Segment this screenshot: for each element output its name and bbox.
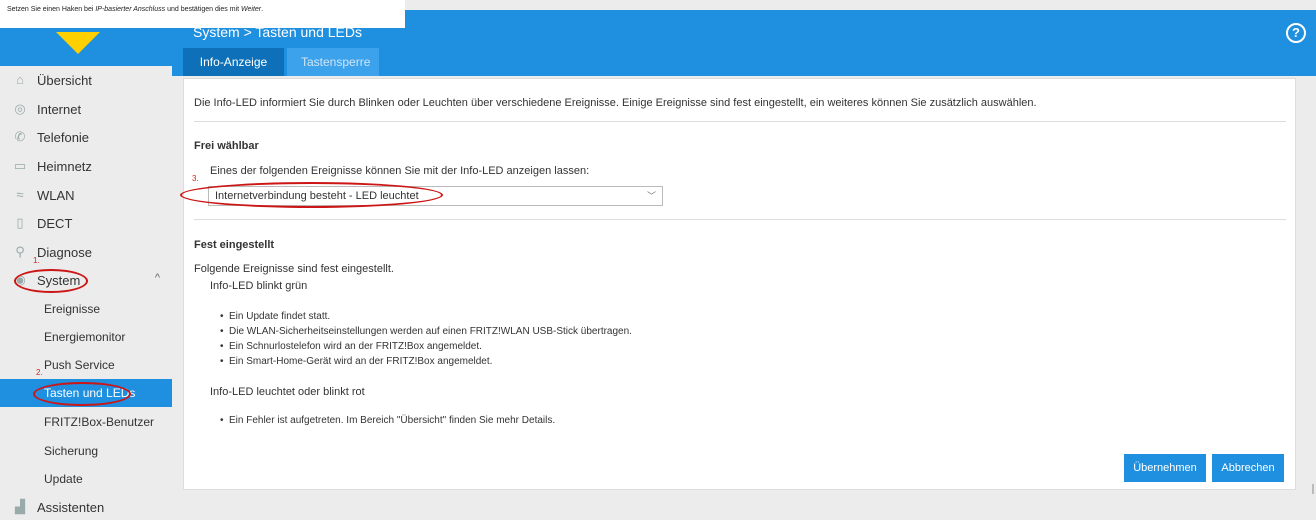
- sidebar-item-label: DECT: [37, 215, 73, 231]
- network-icon: ▭: [13, 158, 27, 173]
- annotation-ellipse-select: [180, 182, 443, 208]
- section-title-fest: Fest eingestellt: [194, 239, 275, 251]
- divider: [194, 219, 1286, 220]
- red-events-list: Ein Fehler ist aufgetreten. Im Bereich "…: [220, 413, 555, 428]
- annotation-step-2: 2.: [36, 368, 43, 377]
- sidebar-subitem-energiemonitor[interactable]: Energiemonitor: [0, 323, 172, 351]
- search-icon: ⚲: [15, 244, 25, 259]
- section-title-frei: Frei wählbar: [194, 140, 259, 152]
- frei-label: Eines der folgenden Ereignisse können Si…: [210, 165, 590, 177]
- green-events-list: Ein Update findet statt. Die WLAN-Sicher…: [220, 309, 632, 369]
- apply-button[interactable]: Übernehmen: [1124, 454, 1206, 482]
- fest-intro: Folgende Ereignisse sind fest eingestell…: [194, 263, 394, 275]
- tab-bar: Info-Anzeige Tastensperre: [183, 48, 382, 76]
- annotation-ellipse-tasten: [33, 382, 131, 406]
- sidebar-item-heimnetz[interactable]: ▭ Heimnetz: [0, 152, 172, 180]
- green-title: Info-LED blinkt grün: [210, 280, 308, 292]
- annotation-ellipse-system: [14, 269, 88, 293]
- cancel-button[interactable]: Abbrechen: [1212, 454, 1284, 482]
- sidebar-item-telefonie[interactable]: ✆ Telefonie: [0, 123, 172, 151]
- wizard-icon: ▟: [15, 499, 25, 514]
- list-item: Ein Smart-Home-Gerät wird an der FRITZ!B…: [220, 354, 632, 369]
- sidebar-item-label: Assistenten: [37, 499, 105, 515]
- chevron-down-icon: ﹀: [646, 191, 656, 201]
- instruction-banner: Setzen Sie einen Haken bei IP-basierter …: [0, 0, 405, 28]
- sidebar-subitem-push-service[interactable]: Push Service: [0, 351, 172, 379]
- annotation-step-3: 3.: [192, 174, 199, 183]
- sidebar-item-diagnose[interactable]: ⚲ Diagnose: [0, 238, 172, 266]
- phone-icon: ✆: [14, 129, 26, 144]
- home-icon: ⌂: [16, 72, 24, 87]
- instruction-emph-1: IP-basierter Anschluss: [95, 6, 166, 13]
- sidebar-item-dect[interactable]: ▯ DECT: [0, 209, 172, 237]
- annotation-step-1: 1.: [33, 256, 40, 265]
- fritz-logo[interactable]: [56, 32, 100, 54]
- sidebar-item-label: WLAN: [37, 187, 75, 203]
- sidebar-item-label: Heimnetz: [37, 158, 92, 174]
- instruction-suffix: .: [261, 6, 264, 13]
- globe-icon: ◎: [14, 101, 26, 116]
- scrollbar[interactable]: [1312, 484, 1314, 494]
- list-item: Die WLAN-Sicherheitseinstellungen werden…: [220, 324, 632, 339]
- instruction-middle: und bestätigen dies mit: [165, 6, 242, 13]
- help-icon[interactable]: ?: [1286, 23, 1306, 43]
- sidebar-item-label: Diagnose: [37, 244, 92, 260]
- content-panel: Die Info-LED informiert Sie durch Blinke…: [180, 78, 1296, 490]
- sidebar-subitem-ereignisse[interactable]: Ereignisse: [0, 295, 172, 323]
- wifi-icon: ≈: [16, 187, 24, 202]
- sidebar-item-internet[interactable]: ◎ Internet: [0, 95, 172, 123]
- sidebar-subitem-sicherung[interactable]: Sicherung: [0, 437, 172, 465]
- tab-tastensperre[interactable]: Tastensperre: [287, 48, 379, 76]
- sidebar-item-label: Internet: [37, 101, 82, 117]
- sidebar-item-label: Telefonie: [37, 129, 90, 145]
- instruction-prefix: Setzen Sie einen Haken bei: [7, 6, 96, 13]
- instruction-emph-2: Weiter: [241, 6, 262, 13]
- sidebar-subitem-update[interactable]: Update: [0, 465, 172, 493]
- tab-info-anzeige[interactable]: Info-Anzeige: [183, 48, 284, 76]
- sidebar-subitem-fritzbox-benutzer[interactable]: FRITZ!Box-Benutzer: [0, 408, 172, 436]
- red-title: Info-LED leuchtet oder blinkt rot: [210, 386, 365, 398]
- list-item: Ein Fehler ist aufgetreten. Im Bereich "…: [220, 413, 555, 428]
- list-item: Ein Update findet statt.: [220, 309, 632, 324]
- list-item: Ein Schnurlostelefon wird an der FRITZ!B…: [220, 339, 632, 354]
- intro-text: Die Info-LED informiert Sie durch Blinke…: [194, 97, 1037, 109]
- sidebar-item-label: Übersicht: [37, 72, 92, 88]
- sidebar-item-assistenten[interactable]: ▟ Assistenten: [0, 493, 172, 520]
- chevron-up-icon[interactable]: ^: [155, 272, 160, 284]
- divider: [194, 121, 1286, 122]
- dect-icon: ▯: [16, 215, 24, 230]
- sidebar-item-wlan[interactable]: ≈ WLAN: [0, 181, 172, 209]
- sidebar: ⌂ Übersicht ◎ Internet ✆ Telefonie ▭ Hei…: [0, 66, 172, 520]
- sidebar-item-uebersicht[interactable]: ⌂ Übersicht: [0, 66, 172, 94]
